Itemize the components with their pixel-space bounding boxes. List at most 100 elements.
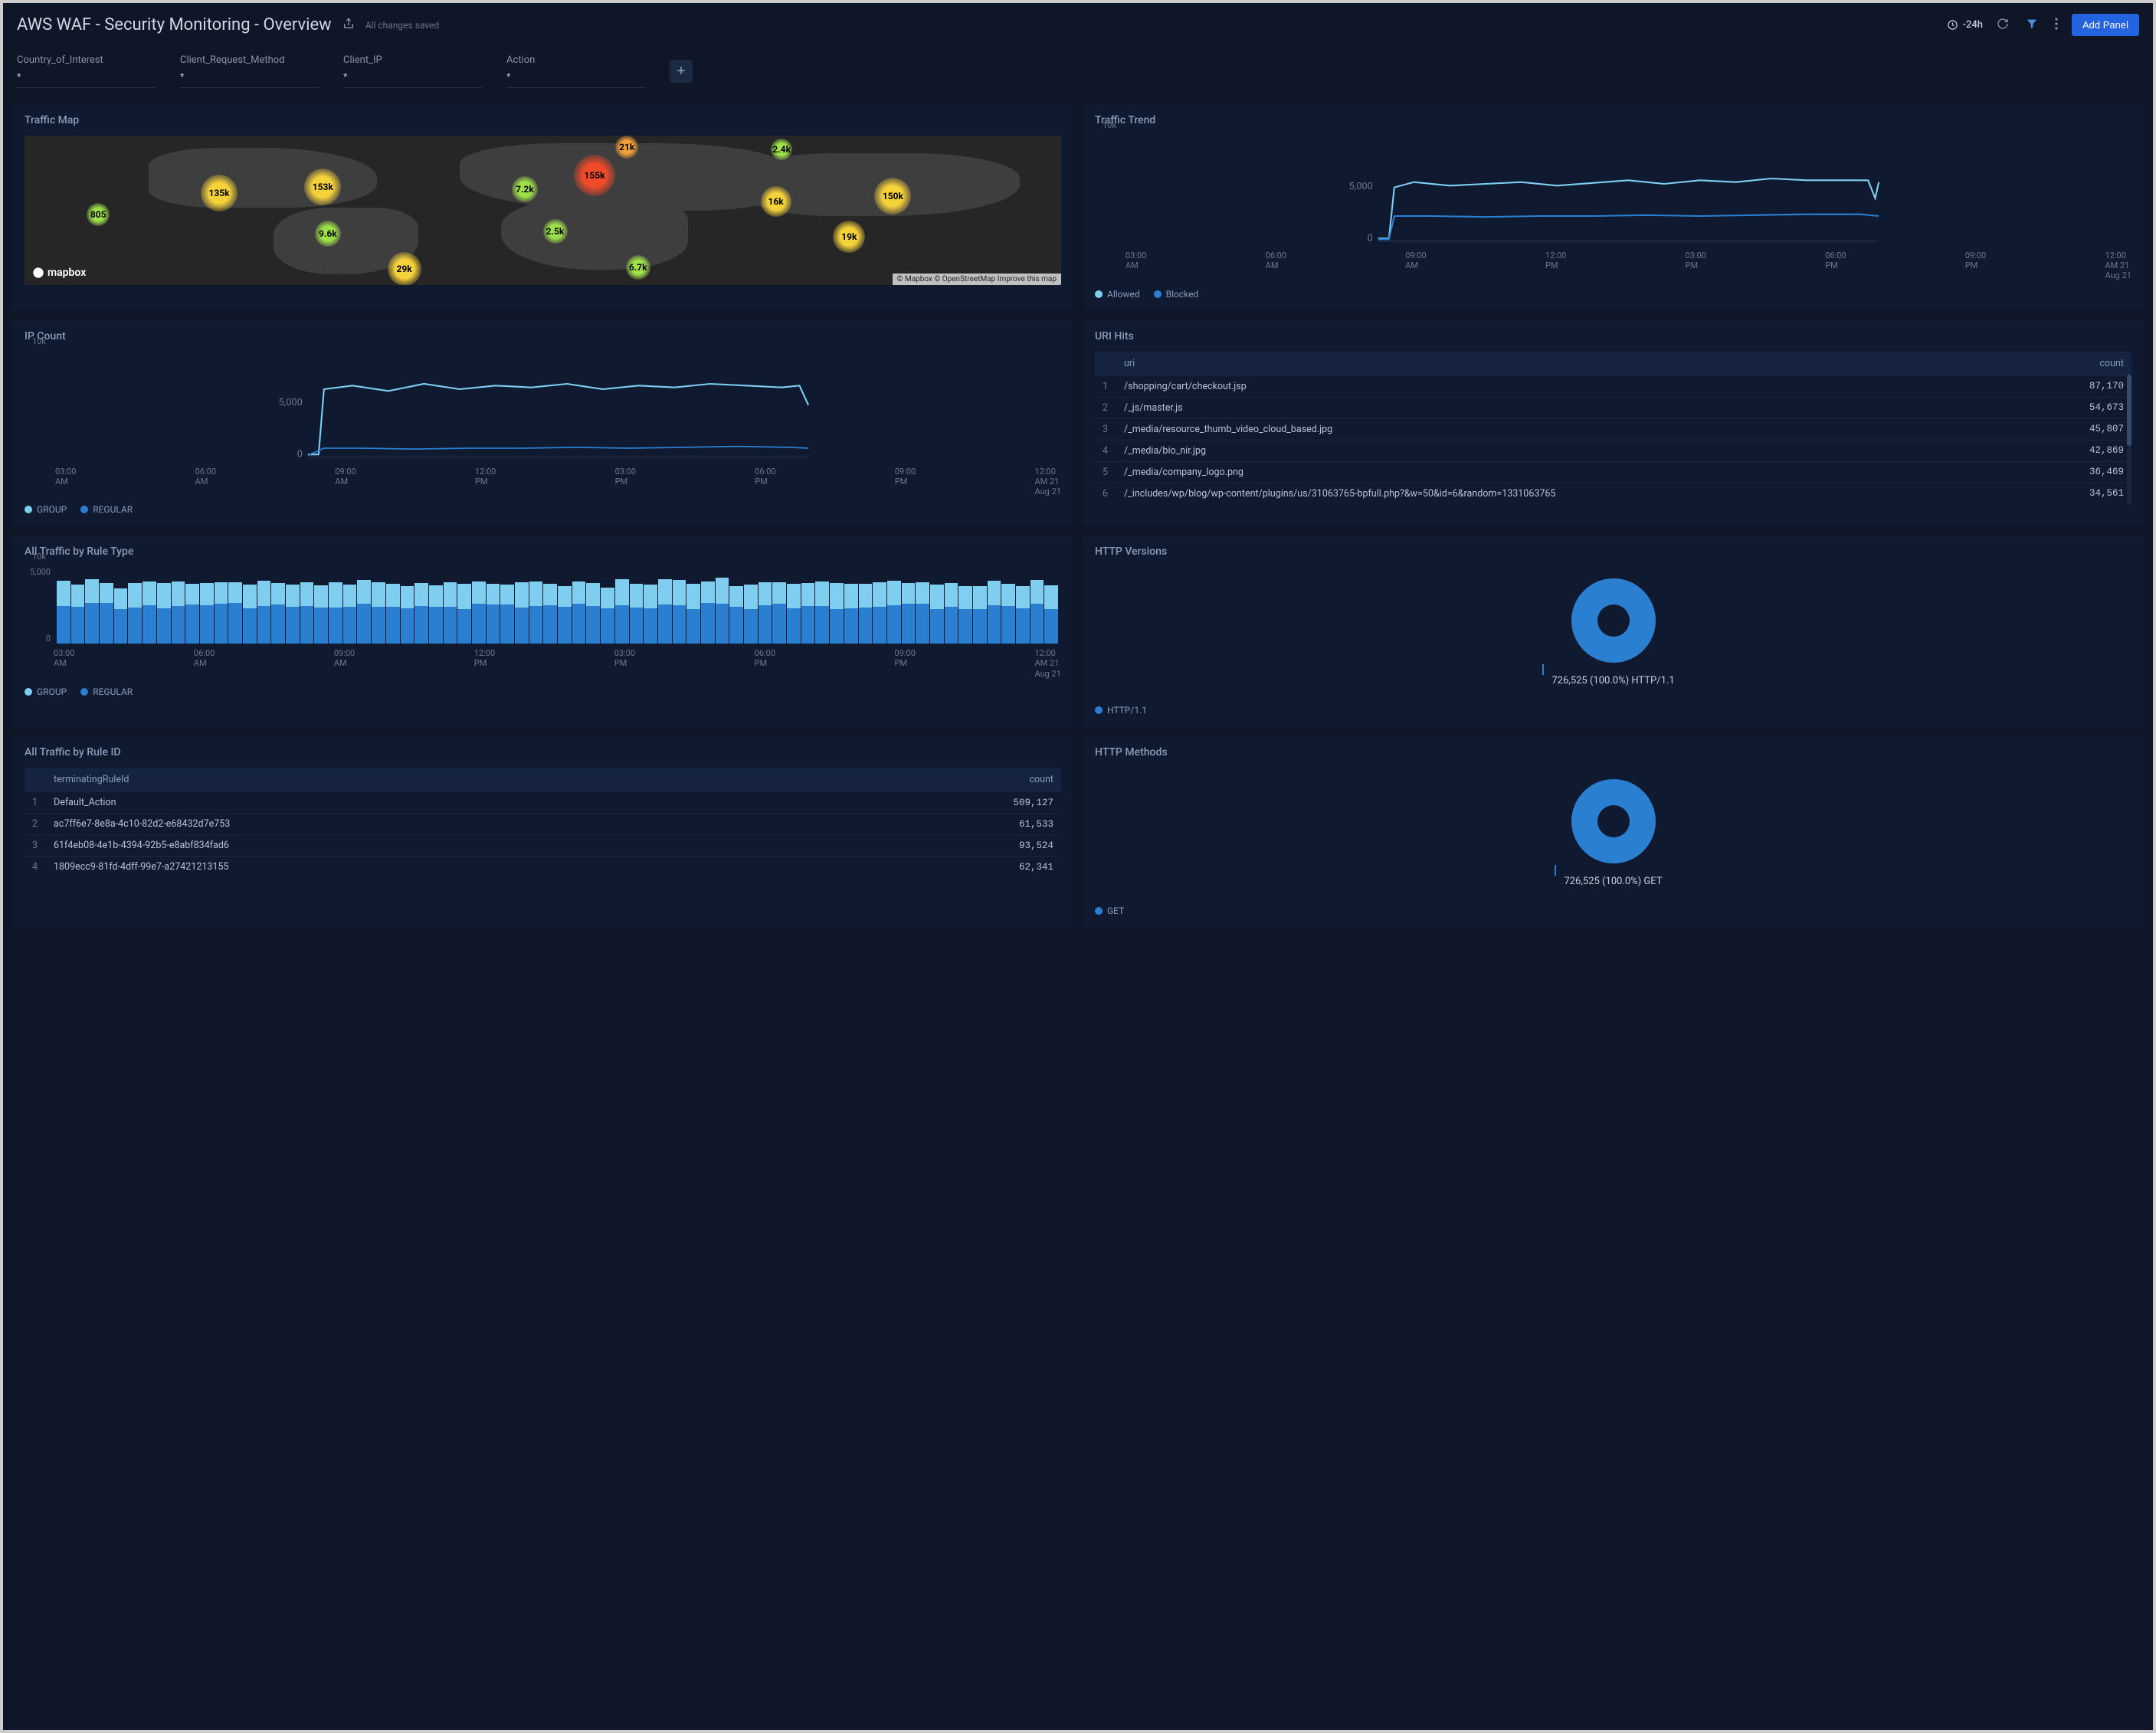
table-row[interactable]: 1/shopping/cart/checkout.jsp87,170	[1095, 375, 2131, 397]
map-bubble[interactable]: 21k	[615, 136, 638, 159]
x-axis-tick: 12:00PM	[475, 467, 496, 497]
panel-title: IP Count	[25, 330, 1061, 342]
col-header[interactable]: uri	[1116, 352, 2030, 376]
filter-bar: Country_of_Interest Client_Request_Metho…	[3, 47, 2153, 103]
add-filter-button[interactable]: +	[670, 60, 693, 83]
x-axis-tick: 09:00AM	[334, 648, 355, 679]
x-axis-tick: 03:00PM	[614, 648, 635, 679]
x-axis-tick: 03:00AM	[54, 648, 74, 679]
table-row[interactable]: 3/_media/resource_thumb_video_cloud_base…	[1095, 418, 2131, 440]
y-axis-top: 10k	[32, 336, 46, 346]
map-bubble[interactable]: 153k	[304, 169, 341, 205]
legend-label: GET	[1107, 906, 1124, 916]
filter-method-input[interactable]	[180, 67, 319, 88]
table-row[interactable]: 2ac7ff6e7-8e8a-4c10-82d2-e68432d7e75361,…	[25, 814, 1061, 835]
legend-label: Blocked	[1166, 289, 1199, 300]
page-title: AWS WAF - Security Monitoring - Overview	[17, 15, 332, 34]
traffic-map[interactable]: mapbox © Mapbox © OpenStreetMap Improve …	[25, 136, 1061, 285]
x-axis-tick: 12:00PM	[474, 648, 495, 679]
panel-title: HTTP Versions	[1095, 545, 2131, 558]
donut-label: 726,525 (100.0%) HTTP/1.1	[1551, 675, 1674, 686]
map-attribution[interactable]: © Mapbox © OpenStreetMap Improve this ma…	[893, 274, 1061, 285]
legend: HTTP/1.1	[1095, 705, 2131, 716]
panel-rule-type: All Traffic by Rule Type 10k 5,0000 03:0…	[12, 535, 1073, 726]
legend-label: Allowed	[1107, 289, 1140, 300]
table-row[interactable]: 1Default_Action509,127	[25, 792, 1061, 814]
legend-dot-icon	[1095, 706, 1103, 714]
y-axis-top: 10k	[32, 552, 46, 562]
map-bubble[interactable]: 7.2k	[512, 176, 538, 202]
http-versions-donut[interactable]: 726,525 (100.0%) HTTP/1.1	[1095, 567, 2131, 697]
rule-id-table[interactable]: terminatingRuleId count 1Default_Action5…	[25, 768, 1061, 877]
map-bubble[interactable]: 135k	[201, 175, 238, 211]
map-bubble[interactable]: 150k	[874, 178, 911, 215]
map-bubble[interactable]: 29k	[388, 252, 421, 285]
traffic-trend-chart[interactable]: 5,000 0	[1126, 136, 2131, 243]
table-row[interactable]: 4/_media/bio_nir.jpg42,869	[1095, 440, 2131, 461]
table-row[interactable]: 2/_js/master.js54,673	[1095, 397, 2131, 418]
time-range-picker[interactable]: -24h	[1947, 19, 1983, 31]
map-bubble[interactable]: 805	[87, 203, 110, 226]
svg-text:0: 0	[1368, 233, 1373, 243]
changes-saved-text: All changes saved	[365, 20, 439, 31]
legend-dot-icon	[25, 506, 32, 513]
table-row[interactable]: 41809ecc9-81fd-4dff-99e7-a2742121315562,…	[25, 857, 1061, 878]
x-axis-tick: 09:00AM	[1405, 251, 1426, 281]
rule-type-bar-chart[interactable]: 5,0000	[54, 567, 1061, 644]
legend-dot-icon	[1095, 907, 1103, 915]
filter-action-input[interactable]	[506, 67, 645, 88]
col-header[interactable]: terminatingRuleId	[46, 768, 833, 792]
filter-icon[interactable]	[2023, 15, 2041, 36]
ip-count-chart[interactable]: 5,000 0	[55, 352, 1061, 459]
filter-country: Country_of_Interest	[17, 54, 156, 88]
table-row[interactable]: 6/_includes/wp/blog/wp-content/plugins/u…	[1095, 483, 2131, 504]
x-axis-tick: 06:00PM	[755, 467, 775, 497]
filter-country-input[interactable]	[17, 67, 156, 88]
refresh-icon[interactable]	[1994, 15, 2012, 36]
legend-dot-icon	[80, 506, 88, 513]
panel-http-versions: HTTP Versions 726,525 (100.0%) HTTP/1.1 …	[1083, 535, 2144, 726]
legend-dot-icon	[80, 688, 88, 696]
more-icon[interactable]	[2052, 15, 2061, 36]
map-bubble[interactable]: 19k	[833, 221, 865, 253]
x-axis-tick: 06:00AM	[194, 648, 215, 679]
map-bubble[interactable]: 2.4k	[771, 139, 792, 160]
filter-label: Client_Request_Method	[180, 54, 319, 66]
uri-hits-table[interactable]: uri count 1/shopping/cart/checkout.jsp87…	[1095, 352, 2131, 504]
svg-text:0: 0	[297, 448, 303, 458]
scrollbar[interactable]	[2127, 375, 2131, 504]
x-axis-tick: 03:00PM	[615, 467, 636, 497]
map-bubble[interactable]: 6.7k	[626, 255, 650, 280]
share-icon[interactable]	[342, 18, 355, 33]
table-row[interactable]: 361f4eb08-4e1b-4394-92b5-e8abf834fad693,…	[25, 835, 1061, 857]
panel-title: URI Hits	[1095, 330, 2131, 342]
svg-text:5,000: 5,000	[1348, 181, 1372, 192]
x-axis-tick: 03:00AM	[55, 467, 76, 497]
legend-label: GROUP	[37, 686, 67, 697]
map-bubble[interactable]: 2.5k	[543, 219, 568, 244]
col-header[interactable]: count	[2030, 352, 2131, 376]
panel-ip-count: IP Count 10k 5,000 0 03:00AM06:00AM09:00…	[12, 319, 1073, 526]
panel-title: Traffic Trend	[1095, 114, 2131, 126]
filter-label: Country_of_Interest	[17, 54, 156, 66]
map-bubble[interactable]: 16k	[761, 186, 791, 217]
legend-dot-icon	[1154, 290, 1162, 298]
x-axis-tick: 06:00AM	[195, 467, 216, 497]
col-header[interactable]: count	[833, 768, 1061, 792]
http-methods-donut[interactable]: 726,525 (100.0%) GET	[1095, 768, 2131, 898]
filter-action: Action	[506, 54, 645, 88]
x-axis-tick: 06:00AM	[1266, 251, 1286, 281]
filter-label: Client_IP	[343, 54, 482, 66]
x-axis-tick: 03:00PM	[1686, 251, 1706, 281]
filter-method: Client_Request_Method	[180, 54, 319, 88]
table-row[interactable]: 5/_media/company_logo.png36,469	[1095, 461, 2131, 483]
filter-client-ip-input[interactable]	[343, 67, 482, 88]
topbar: AWS WAF - Security Monitoring - Overview…	[3, 3, 2153, 47]
legend-label: REGULAR	[93, 686, 133, 697]
x-axis-tick: 12:00AM 21Aug 21	[2105, 251, 2131, 281]
panel-title: All Traffic by Rule ID	[25, 746, 1061, 758]
map-bubble[interactable]: 9.6k	[315, 221, 341, 247]
svg-text:5,000: 5,000	[278, 397, 302, 408]
legend-label: REGULAR	[93, 504, 133, 515]
add-panel-button[interactable]: Add Panel	[2072, 14, 2139, 36]
